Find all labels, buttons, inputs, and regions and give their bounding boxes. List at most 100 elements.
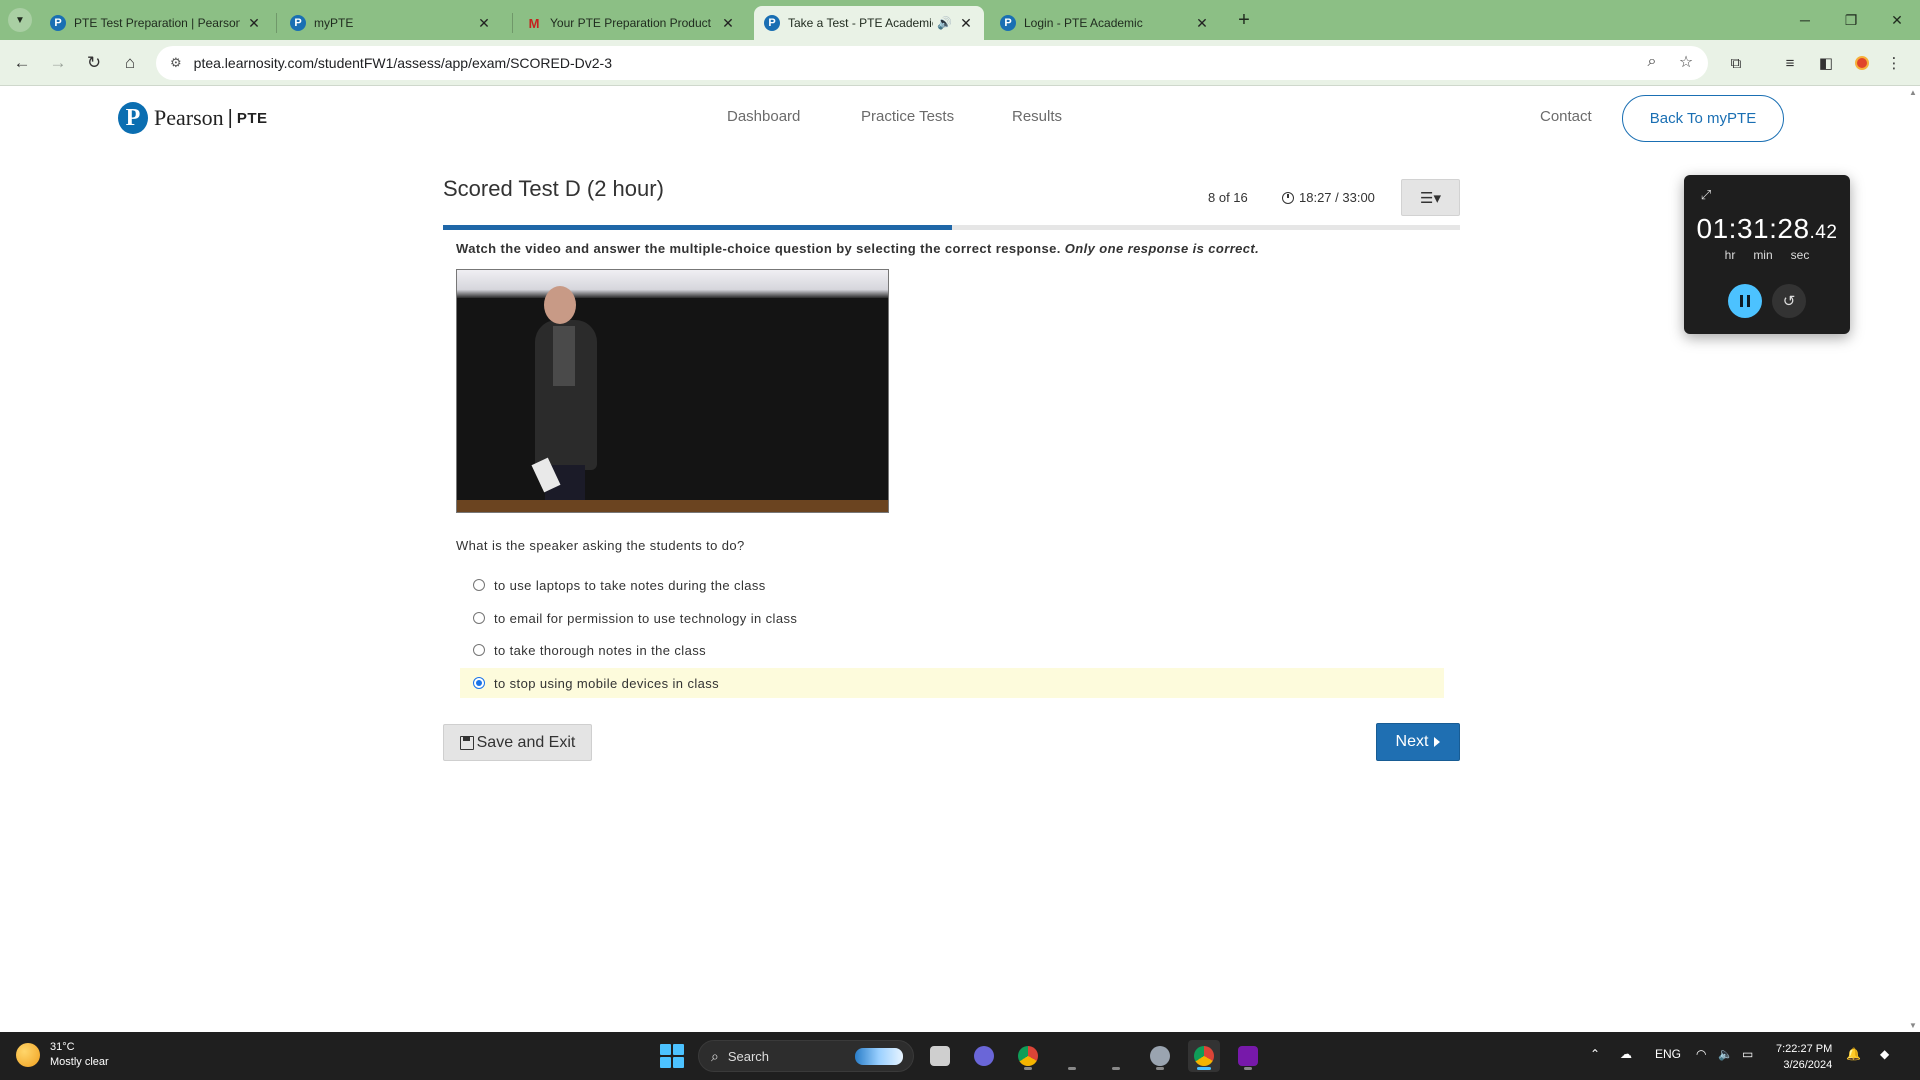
tab-title: Take a Test - PTE Academic: [788, 16, 934, 30]
minimize-window-icon[interactable]: ─: [1782, 6, 1828, 34]
new-tab-plus-icon[interactable]: +: [1232, 8, 1256, 32]
clock-icon: [1282, 191, 1294, 204]
scroll-up-icon[interactable]: ▲: [1909, 88, 1917, 97]
minutes-label: min: [1753, 248, 1773, 262]
logo-subtext: PTE: [236, 109, 268, 127]
close-window-icon[interactable]: ✕: [1874, 6, 1920, 34]
pearson-pte-logo[interactable]: P Pearson | PTE: [118, 102, 268, 134]
expand-icon[interactable]: ⤢: [1698, 187, 1714, 203]
notifications-bell-icon[interactable]: 🔔: [1846, 1047, 1861, 1061]
nav-practice-tests[interactable]: Practice Tests: [861, 108, 954, 125]
answer-option[interactable]: to take thorough notes in the class: [460, 635, 1444, 665]
forward-arrow-icon[interactable]: →: [44, 49, 72, 77]
test-progress-bar: [443, 225, 1460, 230]
tab-mypte[interactable]: P myPTE ✕: [280, 6, 502, 40]
clock-date: 3/26/2024: [1783, 1059, 1833, 1071]
seconds-label: sec: [1790, 248, 1810, 262]
side-panel-icon[interactable]: ◧: [1812, 49, 1840, 77]
tab-search-button[interactable]: ▼: [8, 8, 32, 32]
instruction-text: Watch the video and answer the multiple-…: [456, 241, 1061, 256]
back-to-mypte-button[interactable]: Back To myPTE: [1622, 95, 1784, 142]
option-label: to use laptops to take notes during the …: [494, 577, 766, 593]
reset-icon[interactable]: ↺: [1772, 284, 1806, 318]
tab-gmail-preparation-product[interactable]: M Your PTE Preparation Product V ✕: [516, 6, 746, 40]
copilot-icon[interactable]: ◆: [1880, 1047, 1889, 1061]
weather-condition: Mostly clear: [50, 1056, 109, 1068]
question-instruction: Watch the video and answer the multiple-…: [456, 241, 1259, 256]
instruction-emphasis: Only one response is correct.: [1064, 241, 1260, 256]
contact-link[interactable]: Contact: [1540, 108, 1592, 125]
close-tab-icon[interactable]: ✕: [720, 15, 736, 31]
nav-dashboard[interactable]: Dashboard: [727, 108, 800, 125]
chrome-active-icon[interactable]: [1188, 1040, 1220, 1072]
speaker-head: [544, 286, 576, 324]
media-controls-icon[interactable]: ≡: [1776, 49, 1804, 77]
search-icon: ⌕: [711, 1047, 719, 1064]
windows-start-icon[interactable]: [660, 1044, 684, 1068]
weather-widget[interactable]: 31°C Mostly clear: [16, 1040, 109, 1070]
zoom-icon[interactable]: ⌕: [1638, 48, 1666, 76]
volume-icon[interactable]: 🔈: [1718, 1047, 1733, 1061]
pinned-app-icon[interactable]: [1056, 1040, 1088, 1072]
tab-divider: [276, 13, 277, 33]
chrome-profile-icon[interactable]: [1012, 1040, 1044, 1072]
scroll-down-icon[interactable]: ▼: [1909, 1021, 1917, 1030]
lecture-video-player[interactable]: [456, 269, 889, 513]
radio-button[interactable]: [473, 612, 485, 624]
pearson-favicon-icon: P: [290, 15, 306, 31]
pinned-app-icon[interactable]: [1100, 1040, 1132, 1072]
logo-divider: |: [227, 106, 233, 129]
system-clock[interactable]: 7:22:27 PM 3/26/2024: [1776, 1041, 1832, 1073]
page-scrollbar[interactable]: ▲ ▼: [1905, 86, 1920, 1032]
onedrive-cloud-icon[interactable]: ☁: [1620, 1047, 1632, 1061]
chevron-down-icon: ▼: [15, 14, 25, 26]
close-tab-icon[interactable]: ✕: [1194, 15, 1210, 31]
teams-chat-icon[interactable]: [968, 1040, 1000, 1072]
question-list-menu-button[interactable]: ☰▾: [1401, 179, 1460, 216]
close-tab-icon[interactable]: ✕: [958, 15, 974, 31]
reload-icon[interactable]: ↻: [80, 49, 108, 77]
next-button[interactable]: Next: [1376, 723, 1460, 761]
speaker-shirt: [553, 326, 575, 386]
stopwatch-widget: ⤢ 01:31:28.42 hr min sec ↺: [1684, 175, 1850, 334]
pause-button[interactable]: [1728, 284, 1762, 318]
stopwatch-unit-labels: hr min sec: [1684, 248, 1850, 262]
back-arrow-icon[interactable]: ←: [8, 49, 36, 77]
close-tab-icon[interactable]: ✕: [246, 15, 262, 31]
wifi-icon[interactable]: ◠: [1696, 1047, 1706, 1061]
extensions-puzzle-icon[interactable]: ⧉: [1722, 49, 1750, 77]
site-header: P Pearson | PTE Dashboard Practice Tests…: [0, 86, 1920, 152]
battery-icon[interactable]: ▭: [1742, 1047, 1753, 1061]
radio-button[interactable]: [473, 677, 485, 689]
save-and-exit-button[interactable]: Save and Exit: [443, 724, 592, 761]
tab-take-a-test[interactable]: P Take a Test - PTE Academic 🔊 ✕: [754, 6, 984, 40]
answer-option[interactable]: to stop using mobile devices in class: [460, 668, 1444, 698]
pearson-favicon-icon: P: [1000, 15, 1016, 31]
pause-icon: [1747, 295, 1750, 307]
stopwatch-time: 01:31:28.42: [1684, 213, 1850, 245]
site-settings-icon[interactable]: ⚙: [170, 55, 182, 71]
task-view-icon[interactable]: [924, 1040, 956, 1072]
tab-pte-test-preparation[interactable]: P PTE Test Preparation | Pearson P ✕: [40, 6, 272, 40]
taskbar-search-box[interactable]: ⌕ Search: [698, 1040, 914, 1072]
home-icon[interactable]: ⌂: [116, 49, 144, 77]
language-indicator[interactable]: ENG: [1655, 1047, 1681, 1061]
tab-login-pte-academic[interactable]: P Login - PTE Academic ✕: [990, 6, 1220, 40]
profile-avatar[interactable]: [1848, 49, 1876, 77]
more-menu-icon[interactable]: ⋮: [1880, 49, 1908, 77]
chevron-up-icon[interactable]: ⌃: [1590, 1047, 1600, 1061]
save-exit-label: Save and Exit: [476, 733, 576, 751]
answer-option[interactable]: to use laptops to take notes during the …: [460, 570, 1444, 600]
address-bar[interactable]: ⚙ ptea.learnosity.com/studentFW1/assess/…: [156, 46, 1708, 80]
restore-window-icon[interactable]: ❐: [1828, 6, 1874, 34]
bookmark-star-icon[interactable]: ☆: [1672, 48, 1700, 76]
settings-gear-icon[interactable]: [1144, 1040, 1176, 1072]
answer-option[interactable]: to email for permission to use technolog…: [460, 603, 1444, 633]
onenote-icon[interactable]: [1232, 1040, 1264, 1072]
speaker-audio-icon[interactable]: 🔊: [937, 16, 952, 30]
radio-button[interactable]: [473, 579, 485, 591]
nav-results[interactable]: Results: [1012, 108, 1062, 125]
radio-button[interactable]: [473, 644, 485, 656]
close-tab-icon[interactable]: ✕: [476, 15, 492, 31]
clock-time: 7:22:27 PM: [1776, 1043, 1833, 1055]
